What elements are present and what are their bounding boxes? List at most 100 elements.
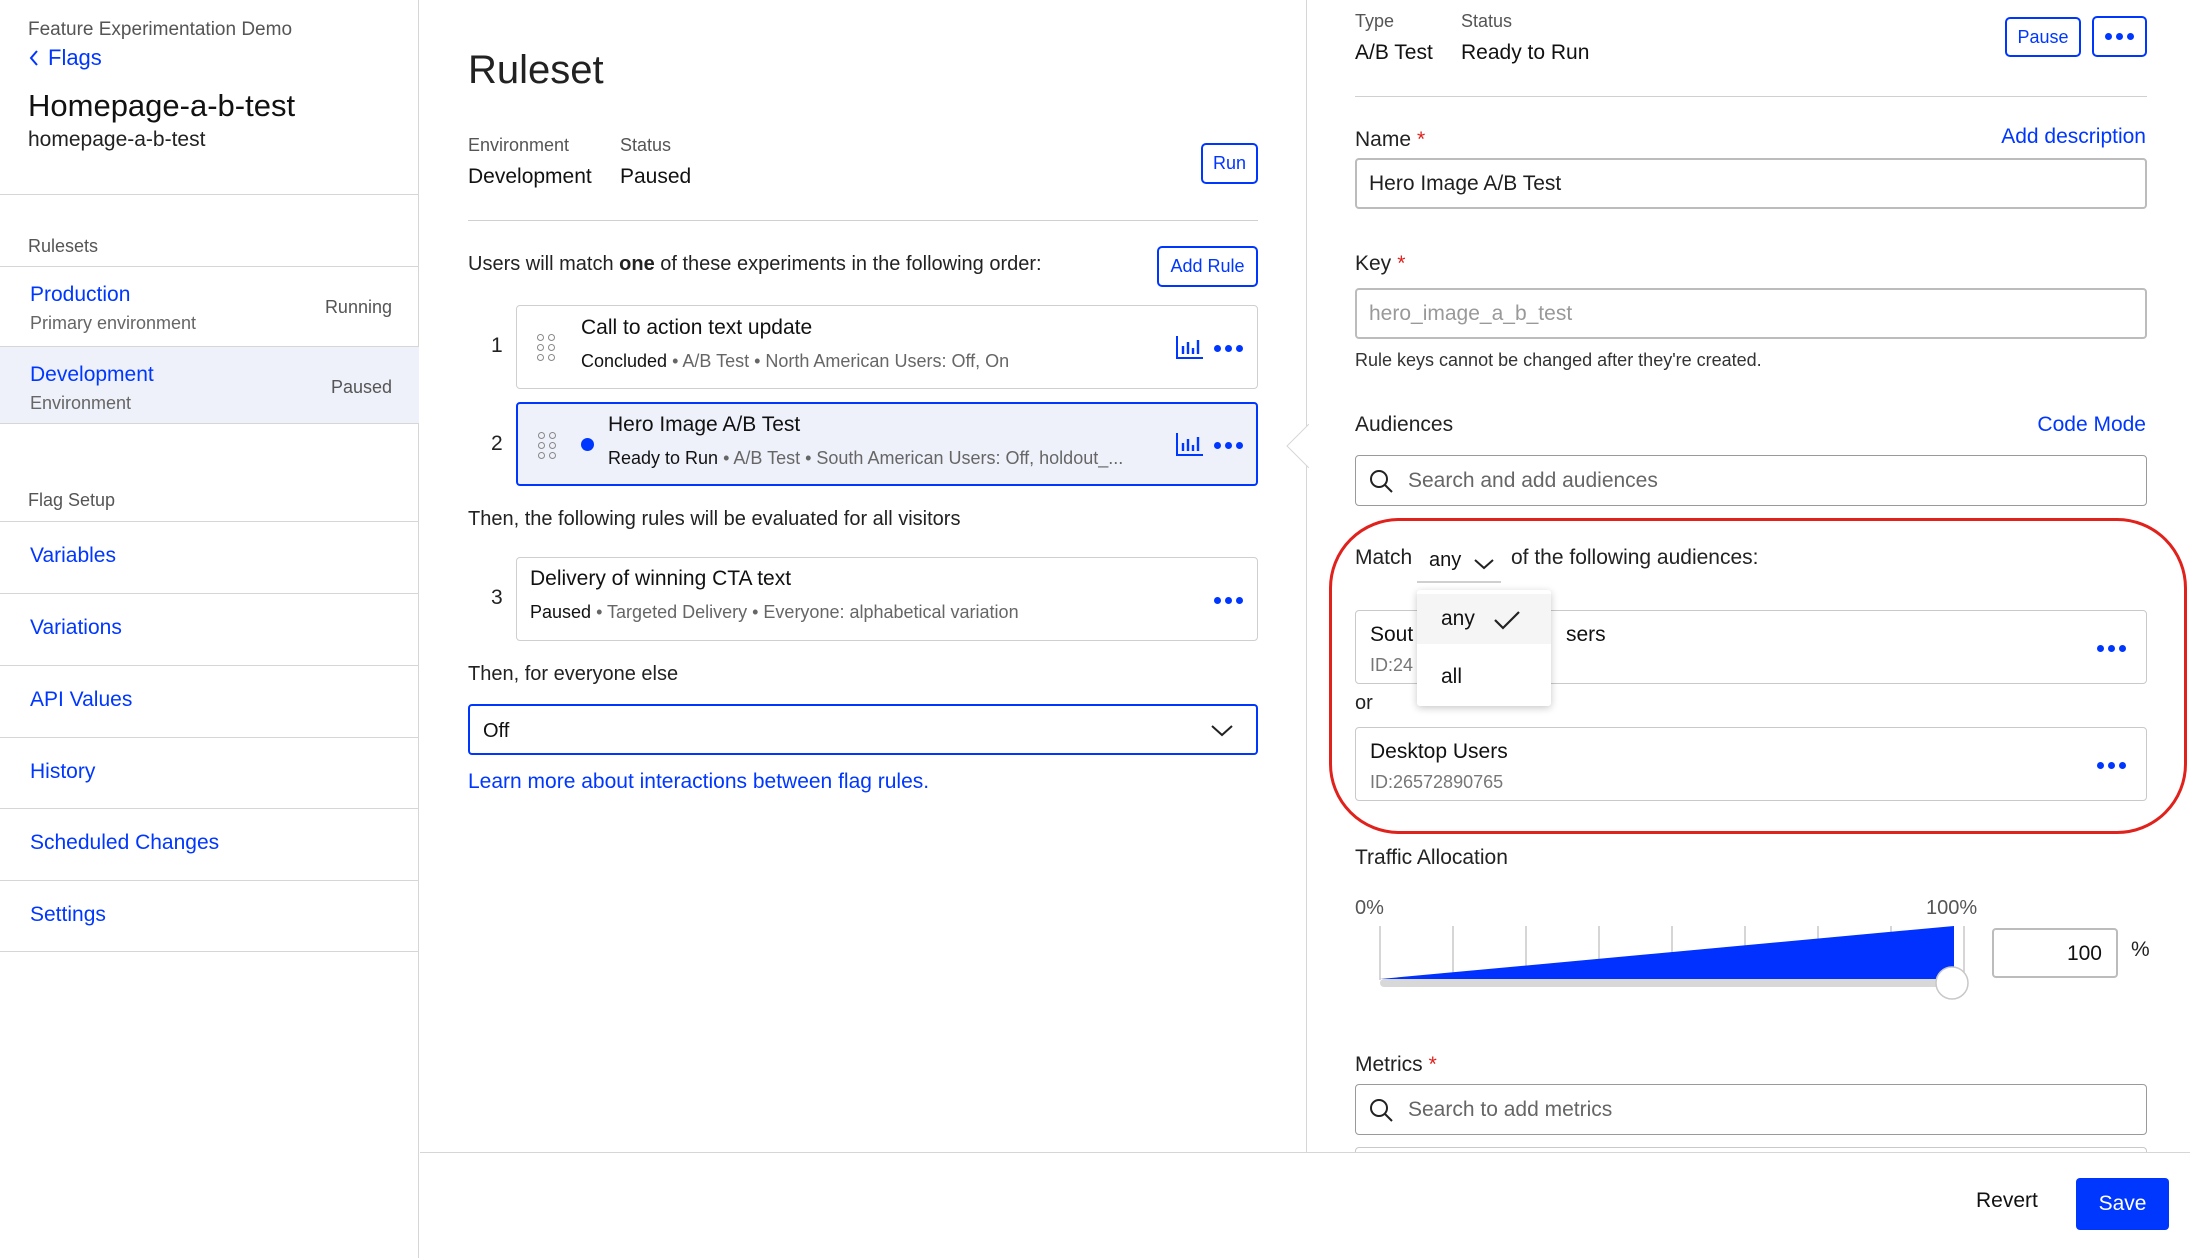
nav-label: API Values (30, 688, 133, 711)
sidebar-item-api-values[interactable]: API Values (0, 665, 419, 737)
match-option-all[interactable]: all (1417, 652, 1551, 702)
env-name: Development (30, 363, 154, 386)
match-select-value: any (1429, 549, 1462, 571)
status-label: Status (620, 135, 672, 155)
more-options-icon (2105, 32, 2135, 42)
nav-label: History (30, 760, 96, 783)
checkmark-icon (1494, 611, 1520, 630)
type-label: Type (1355, 11, 1395, 31)
chevron-down-icon (1211, 725, 1233, 737)
rule-type: Targeted Delivery (607, 602, 748, 622)
sidebar-item-history[interactable]: History (0, 737, 419, 809)
rule-number: 1 (491, 334, 503, 357)
sidebar-item-variations[interactable]: Variations (0, 593, 419, 665)
divider (0, 194, 419, 195)
rule-summary: Concluded • A/B Test • North American Us… (581, 351, 1010, 371)
project-name: Feature Experimentation Demo (28, 19, 293, 40)
status-label: Status (1461, 11, 1513, 31)
back-to-flags-link[interactable]: Flags (28, 45, 102, 71)
flag-setup-section-label: Flag Setup (28, 490, 116, 510)
nav-label: Variables (30, 544, 116, 567)
add-rule-button[interactable]: Add Rule (1157, 246, 1258, 287)
more-options-icon[interactable] (2096, 643, 2126, 653)
rulesets-section-label: Rulesets (28, 236, 99, 256)
match-suffix-text: of the following audiences: (1511, 546, 1759, 569)
learn-more-link[interactable]: Learn more about interactions between fl… (468, 770, 929, 794)
more-options-icon[interactable] (2096, 760, 2126, 770)
back-link-label: Flags (48, 45, 102, 70)
slider-track (1380, 979, 1954, 987)
drag-handle-icon[interactable] (537, 334, 559, 362)
audience-name-end: sers (1566, 623, 1606, 646)
add-description-link[interactable]: Add description (2001, 125, 2146, 149)
traffic-allocation-slider[interactable] (1367, 920, 1973, 1000)
panel-pointer (1286, 424, 1309, 468)
audience-name: Sout sers (1370, 623, 1606, 647)
audience-name: Desktop Users (1370, 740, 1508, 763)
match-text-post: of these experiments in the following or… (654, 253, 1042, 275)
env-name: Production (30, 283, 131, 306)
more-options-icon[interactable] (1213, 343, 1243, 353)
env-status: Paused (330, 377, 392, 397)
environment-label: Environment (468, 135, 570, 155)
flag-key: homepage-a-b-test (28, 128, 206, 151)
more-options-icon[interactable] (1213, 440, 1243, 450)
everyone-else-select[interactable]: Off (468, 704, 1258, 755)
rule-card-3[interactable]: Delivery of winning CTA text Paused • Ta… (516, 557, 1258, 641)
required-asterisk: * (1428, 1053, 1437, 1076)
sidebar-item-variables[interactable]: Variables (0, 521, 419, 593)
pause-button[interactable]: Pause (2005, 17, 2081, 57)
drag-handle-icon[interactable] (538, 432, 560, 460)
rule-summary: Ready to Run • A/B Test • South American… (608, 448, 1124, 468)
environment-value: Development (468, 165, 592, 188)
match-text-pre: Users will match (468, 253, 620, 275)
run-button[interactable]: Run (1201, 143, 1258, 184)
env-item-production[interactable]: Production Primary environment Running (0, 267, 419, 345)
match-option-any[interactable]: any (1417, 594, 1551, 644)
results-chart-icon[interactable] (1175, 431, 1205, 457)
env-status: Running (324, 297, 392, 317)
metrics-search-input[interactable]: Search to add metrics (1355, 1084, 2147, 1135)
more-actions-button[interactable] (2092, 16, 2147, 57)
selected-dot-icon (581, 438, 594, 451)
metrics-label: Metrics * (1355, 1053, 1437, 1077)
traffic-max-label: 100% (1926, 897, 1978, 919)
match-type-select[interactable]: any (1417, 541, 1501, 583)
save-button[interactable]: Save (2076, 1178, 2169, 1230)
slider-thumb[interactable] (1935, 966, 1969, 1000)
status-value: Ready to Run (1461, 41, 1590, 64)
env-item-development[interactable]: Development Environment Paused (0, 346, 419, 424)
ruleset-panel: Ruleset Environment Development Status P… (420, 0, 1305, 1152)
env-subtitle: Primary environment (30, 313, 197, 333)
revert-button[interactable]: Revert (1976, 1189, 2038, 1213)
traffic-allocation-label: Traffic Allocation (1355, 846, 1508, 869)
select-value: Off (483, 720, 510, 742)
rule-card-1[interactable]: Call to action text update Concluded • A… (516, 305, 1258, 389)
rule-card-2[interactable]: Hero Image A/B Test Ready to Run • A/B T… (516, 402, 1258, 486)
audience-id: ID:26572890765 (1370, 772, 1504, 792)
code-mode-link[interactable]: Code Mode (2037, 413, 2146, 437)
rule-type: A/B Test (733, 448, 801, 468)
rule-type: A/B Test (682, 351, 750, 371)
nav-label: Settings (30, 903, 106, 926)
flag-title: Homepage-a-b-test (28, 88, 296, 123)
traffic-percent-input[interactable]: 100 (1992, 928, 2118, 978)
name-input[interactable]: Hero Image A/B Test (1355, 158, 2147, 209)
key-input: hero_image_a_b_test (1355, 288, 2147, 339)
rule-title: Delivery of winning CTA text (530, 567, 792, 590)
sidebar-item-scheduled-changes[interactable]: Scheduled Changes (0, 808, 419, 880)
more-options-icon[interactable] (1213, 595, 1243, 605)
name-label-text: Name (1355, 128, 1412, 151)
or-label: or (1355, 692, 1373, 714)
audiences-search-input[interactable]: Search and add audiences (1355, 455, 2147, 506)
match-options-menu: any all (1417, 590, 1551, 706)
audience-card[interactable]: Desktop Users ID:26572890765 (1355, 727, 2147, 801)
rule-detail: North American Users: Off, On (765, 351, 1010, 371)
match-text-bold: one (619, 253, 655, 275)
rule-title: Call to action text update (581, 316, 813, 339)
key-label: Key * (1355, 252, 1405, 276)
sidebar-item-settings[interactable]: Settings (0, 880, 419, 952)
type-value: A/B Test (1355, 41, 1433, 64)
key-label-text: Key (1355, 252, 1392, 275)
results-chart-icon[interactable] (1175, 334, 1205, 360)
